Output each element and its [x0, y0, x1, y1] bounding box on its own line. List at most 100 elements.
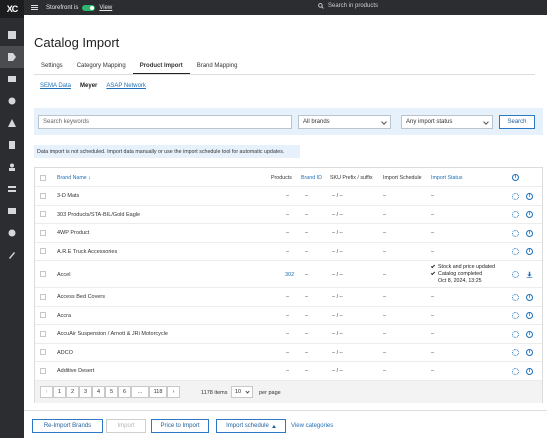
- image-icon[interactable]: [0, 200, 24, 222]
- tab-settings[interactable]: Settings: [34, 59, 70, 74]
- table-row: Accra – – – / – – –: [35, 307, 542, 325]
- page-6-button[interactable]: 6: [118, 386, 131, 398]
- brand-name-column-header[interactable]: Brand Name ↓: [57, 175, 91, 181]
- menu-icon[interactable]: [31, 4, 38, 12]
- row-checkbox[interactable]: [40, 271, 46, 277]
- per-page-select[interactable]: 10: [231, 386, 253, 398]
- settings-gear-icon[interactable]: [512, 248, 519, 256]
- row-checkbox[interactable]: [40, 248, 46, 255]
- reimport-brands-button[interactable]: Re-Import Brands: [32, 419, 103, 433]
- brand-id-cell: –: [305, 230, 309, 237]
- row-checkbox[interactable]: [40, 330, 46, 337]
- info-icon[interactable]: [526, 248, 533, 256]
- brand-name-cell: 303 Products/STA-BIL/Gold Eagle: [57, 211, 141, 218]
- prev-page-button[interactable]: ‹: [40, 386, 53, 398]
- storefront-toggle[interactable]: [82, 4, 96, 11]
- view-categories-link[interactable]: View categories: [291, 423, 333, 429]
- network-icon[interactable]: [0, 112, 24, 134]
- row-checkbox[interactable]: [40, 349, 46, 356]
- info-icon[interactable]: [526, 230, 533, 237]
- products-cell: –: [286, 349, 290, 356]
- settings-gear-icon[interactable]: [512, 229, 519, 237]
- gear-icon[interactable]: [0, 222, 24, 244]
- import-schedule-button[interactable]: Import schedule: [216, 419, 286, 433]
- products-cell: –: [286, 230, 290, 237]
- sku-cell: – / –: [332, 248, 343, 255]
- pages-icon[interactable]: [0, 134, 24, 156]
- app-logo[interactable]: XC: [0, 0, 24, 18]
- brand-id-column-header[interactable]: Brand ID: [301, 175, 322, 181]
- settings-gear-icon[interactable]: [512, 211, 519, 219]
- import-status-select-value: Any import status: [406, 119, 453, 125]
- tag-icon[interactable]: [0, 46, 24, 68]
- subtab-asap-network[interactable]: ASAP Network: [106, 83, 146, 89]
- settings-gear-icon[interactable]: [512, 312, 519, 320]
- info-icon[interactable]: [526, 368, 533, 375]
- settings-gear-icon[interactable]: [512, 192, 519, 200]
- layers-icon[interactable]: [0, 178, 24, 200]
- select-all-checkbox[interactable]: [40, 175, 46, 181]
- settings-gear-icon[interactable]: [512, 293, 519, 301]
- tab-brand-mapping[interactable]: Brand Mapping: [190, 59, 245, 74]
- settings-gear-icon[interactable]: [512, 271, 519, 278]
- keyword-search-input[interactable]: Search keywords: [38, 115, 292, 129]
- table-row: ADCO – – – / – – –: [35, 344, 542, 362]
- search-button[interactable]: Search: [499, 115, 535, 129]
- orders-icon[interactable]: [0, 68, 24, 90]
- download-icon[interactable]: [526, 271, 533, 278]
- tab-product-import[interactable]: Product Import: [132, 59, 190, 74]
- brand-select[interactable]: All brands: [298, 115, 391, 129]
- dashboard-icon[interactable]: [0, 24, 24, 46]
- page-3-button[interactable]: 3: [79, 386, 92, 398]
- settings-gear-icon[interactable]: [512, 330, 519, 338]
- import-status-select[interactable]: Any import status: [401, 115, 493, 129]
- import-status-line: Oct 8, 2024, 13:25: [438, 278, 482, 284]
- search-icon: [318, 3, 324, 9]
- info-icon[interactable]: [526, 312, 533, 320]
- main-content: Catalog Import Settings Category Mapping…: [24, 15, 547, 438]
- schedule-cell: –: [383, 248, 387, 255]
- import-status-cell: –: [431, 211, 435, 218]
- subtab-sema-data[interactable]: SEMA Data: [40, 83, 71, 89]
- settings-gear-icon[interactable]: [512, 349, 519, 357]
- info-icon[interactable]: [526, 294, 533, 301]
- settings-gear-icon[interactable]: [512, 367, 519, 375]
- tab-category-mapping[interactable]: Category Mapping: [70, 59, 133, 74]
- row-checkbox[interactable]: [40, 211, 46, 218]
- page-5-button[interactable]: 5: [105, 386, 118, 398]
- sku-cell: – / –: [332, 230, 343, 237]
- info-icon[interactable]: [526, 211, 533, 219]
- page-118-button[interactable]: 118: [149, 386, 167, 398]
- global-search[interactable]: Search in products: [318, 3, 378, 9]
- row-checkbox[interactable]: [40, 367, 46, 374]
- brand-id-cell: –: [305, 211, 309, 218]
- info-icon[interactable]: [526, 349, 533, 357]
- user-icon[interactable]: [0, 156, 24, 178]
- view-storefront-link[interactable]: View: [99, 5, 112, 11]
- import-button[interactable]: Import: [106, 419, 146, 433]
- wrench-icon[interactable]: [0, 244, 24, 266]
- row-checkbox[interactable]: [40, 192, 46, 199]
- schedule-cell: –: [383, 271, 387, 278]
- info-icon[interactable]: [526, 193, 533, 200]
- table-row: 4WP Product – – – / – – –: [35, 224, 542, 243]
- truck-icon[interactable]: [0, 90, 24, 112]
- page-4-button[interactable]: 4: [92, 386, 105, 398]
- brand-name-cell: 3-D Mats: [57, 193, 80, 200]
- import-status-column-header[interactable]: Import Status: [431, 175, 463, 181]
- page-2-button[interactable]: 2: [66, 386, 79, 398]
- next-page-button[interactable]: ›: [167, 386, 180, 398]
- row-checkbox[interactable]: [40, 293, 46, 300]
- per-page-label: per page: [259, 390, 281, 396]
- row-checkbox[interactable]: [40, 312, 46, 319]
- brand-id-cell: –: [305, 193, 309, 200]
- info-icon[interactable]: [526, 331, 533, 338]
- subtab-meyer[interactable]: Meyer: [80, 83, 97, 89]
- price-to-import-button[interactable]: Price to Import: [151, 419, 209, 433]
- chevron-down-icon: [245, 389, 250, 394]
- info-icon[interactable]: [512, 174, 519, 181]
- page-1-button[interactable]: 1: [53, 386, 66, 398]
- products-cell: –: [286, 331, 290, 338]
- row-checkbox[interactable]: [40, 229, 46, 236]
- total-items-label: 1178 items: [201, 390, 228, 396]
